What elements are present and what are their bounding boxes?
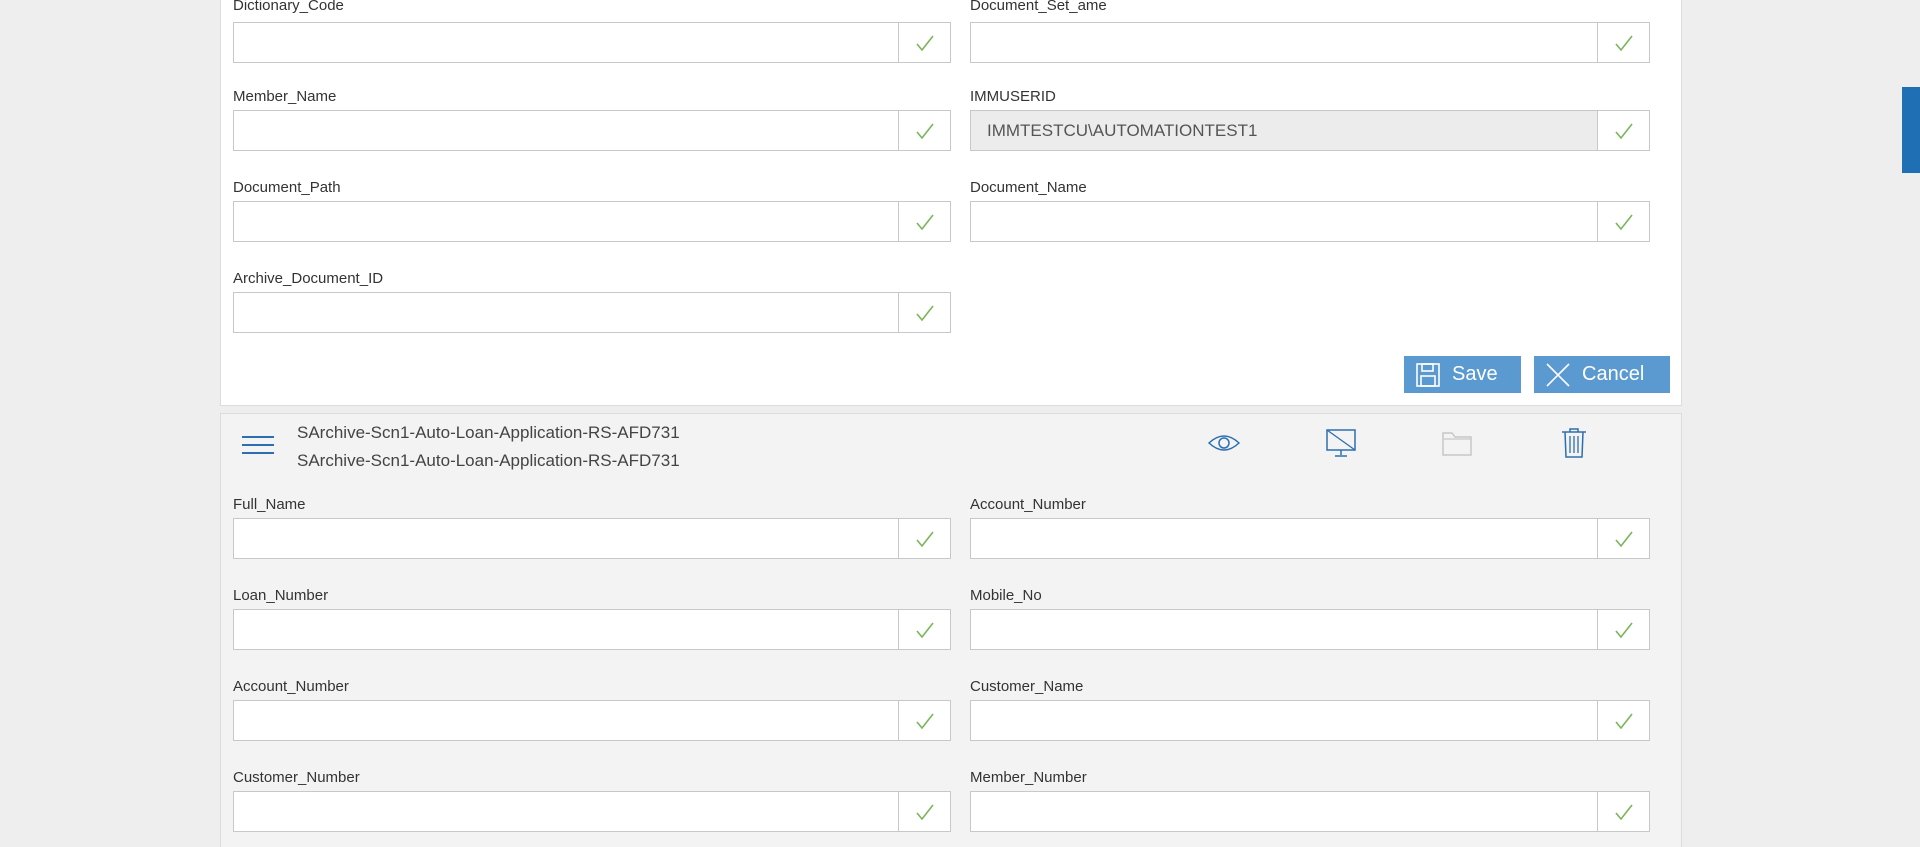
field-label: Document_Path [233,179,341,196]
check-icon [915,303,935,323]
field-box [233,201,951,242]
immuserid-input[interactable] [971,111,1597,150]
field-box [970,700,1650,741]
field-label: Account_Number [233,678,349,695]
check-icon [1614,33,1634,53]
confirm-button[interactable] [1597,701,1649,740]
check-icon [1614,121,1634,141]
dictionary-code-input[interactable] [234,23,898,62]
monitor-icon[interactable] [1323,425,1359,461]
confirm-button[interactable] [898,23,950,62]
confirm-button[interactable] [898,610,950,649]
field-box [970,22,1650,63]
confirm-button[interactable] [1597,111,1649,150]
field-label: Member_Number [970,769,1087,786]
field-label: Dictionary_Code [233,0,344,14]
cancel-label: Cancel [1582,363,1645,385]
field-label: Archive_Document_ID [233,270,384,287]
member-name-input[interactable] [234,111,898,150]
account-number-input[interactable] [234,701,898,740]
field-label: Document_Name [970,179,1087,196]
field-box [233,22,951,63]
mobile-no-input[interactable] [971,610,1597,649]
confirm-button[interactable] [898,792,950,831]
field-label: Account_Number [970,496,1086,513]
check-icon [1614,212,1634,232]
side-tab[interactable] [1902,87,1920,173]
field-box [233,609,951,650]
field-box [970,791,1650,832]
document-set-name-input[interactable] [971,23,1597,62]
field-label: Full_Name [233,496,306,513]
view-icon[interactable] [1206,425,1242,461]
field-box [233,292,951,333]
field-label: Member_Name [233,88,337,105]
floppy-disk-icon [1414,361,1442,389]
save-label: Save [1452,363,1498,385]
check-icon [915,529,935,549]
field-label: Document_Set_ame [970,0,1107,14]
check-icon [915,711,935,731]
check-icon [1614,529,1634,549]
field-label: IMMUSERID [970,88,1056,105]
member-number-input[interactable] [971,792,1597,831]
field-label: Mobile_No [970,587,1042,604]
field-box [233,791,951,832]
confirm-button[interactable] [1597,519,1649,558]
confirm-button[interactable] [898,111,950,150]
document-name-input[interactable] [971,202,1597,241]
check-icon [1614,620,1634,640]
confirm-button[interactable] [898,293,950,332]
folder-icon[interactable] [1439,425,1475,461]
field-label: Customer_Name [970,678,1084,695]
field-box [970,518,1650,559]
confirm-button[interactable] [898,701,950,740]
confirm-button[interactable] [898,202,950,241]
check-icon [915,121,935,141]
confirm-button[interactable] [898,519,950,558]
archive-document-id-input[interactable] [234,293,898,332]
check-icon [915,620,935,640]
document-subtitle: SArchive-Scn1-Auto-Loan-Application-RS-A… [297,451,680,470]
confirm-button[interactable] [1597,23,1649,62]
customer-number-input[interactable] [234,792,898,831]
field-box [233,518,951,559]
full-name-input[interactable] [234,519,898,558]
field-box [233,700,951,741]
account-number-input[interactable] [971,519,1597,558]
confirm-button[interactable] [1597,202,1649,241]
page: Dictionary_Code Document_Set_ame Member_… [0,0,1920,847]
field-label: Loan_Number [233,587,329,604]
check-icon [1614,802,1634,822]
close-icon [1544,361,1572,389]
document-path-input[interactable] [234,202,898,241]
save-button[interactable]: Save [1404,356,1521,393]
check-icon [1614,711,1634,731]
check-icon [915,33,935,53]
field-box [970,110,1650,151]
hamburger-menu-icon[interactable] [242,432,274,458]
field-box [970,201,1650,242]
field-label: Customer_Number [233,769,360,786]
loan-number-input[interactable] [234,610,898,649]
check-icon [915,802,935,822]
trash-icon[interactable] [1556,425,1592,461]
confirm-button[interactable] [1597,792,1649,831]
document-title: SArchive-Scn1-Auto-Loan-Application-RS-A… [297,423,680,442]
field-box [970,609,1650,650]
field-box [233,110,951,151]
check-icon [915,212,935,232]
confirm-button[interactable] [1597,610,1649,649]
cancel-button[interactable]: Cancel [1534,356,1670,393]
customer-name-input[interactable] [971,701,1597,740]
